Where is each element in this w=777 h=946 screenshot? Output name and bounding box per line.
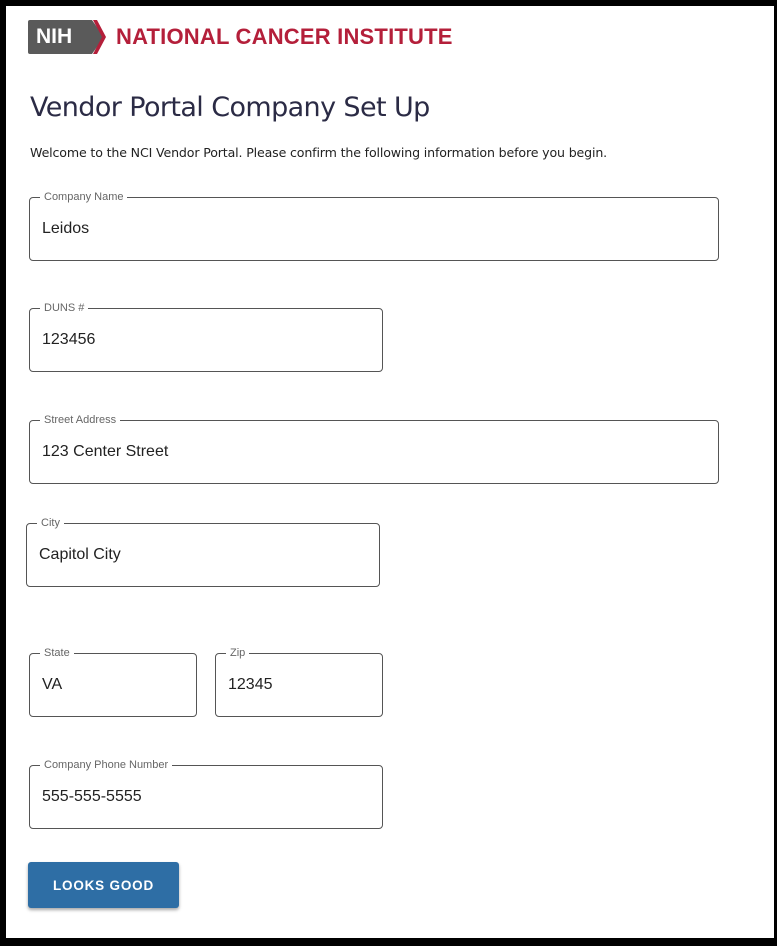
logo-chevron-icon bbox=[84, 20, 106, 54]
zip-label: Zip bbox=[226, 646, 250, 660]
state-field: State bbox=[29, 646, 197, 717]
duns-label: DUNS # bbox=[40, 301, 89, 315]
duns-input[interactable] bbox=[42, 331, 370, 349]
duns-field: DUNS # bbox=[29, 301, 383, 372]
zip-field: Zip bbox=[215, 646, 383, 717]
phone-input[interactable] bbox=[42, 788, 370, 806]
nih-logo-mark: NIH bbox=[28, 20, 84, 54]
state-label: State bbox=[40, 646, 74, 660]
looks-good-button[interactable]: LOOKS GOOD bbox=[28, 862, 179, 908]
street-address-label: Street Address bbox=[40, 413, 121, 427]
phone-label: Company Phone Number bbox=[40, 758, 173, 772]
street-address-input[interactable] bbox=[42, 443, 706, 461]
state-input[interactable] bbox=[42, 676, 184, 694]
company-name-field: Company Name bbox=[29, 190, 719, 261]
street-address-field: Street Address bbox=[29, 413, 719, 484]
city-input[interactable] bbox=[39, 546, 367, 564]
company-name-input[interactable] bbox=[42, 220, 706, 238]
city-field: City bbox=[26, 516, 380, 587]
intro-text: Welcome to the NCI Vendor Portal. Please… bbox=[30, 145, 608, 160]
phone-field: Company Phone Number bbox=[29, 758, 383, 829]
zip-input[interactable] bbox=[228, 676, 370, 694]
page-container: NIH NATIONAL CANCER INSTITUTE Vendor Por… bbox=[6, 6, 774, 938]
city-label: City bbox=[37, 516, 64, 530]
institute-name: NATIONAL CANCER INSTITUTE bbox=[116, 24, 453, 49]
page-title: Vendor Portal Company Set Up bbox=[30, 92, 430, 123]
company-name-label: Company Name bbox=[40, 190, 128, 204]
